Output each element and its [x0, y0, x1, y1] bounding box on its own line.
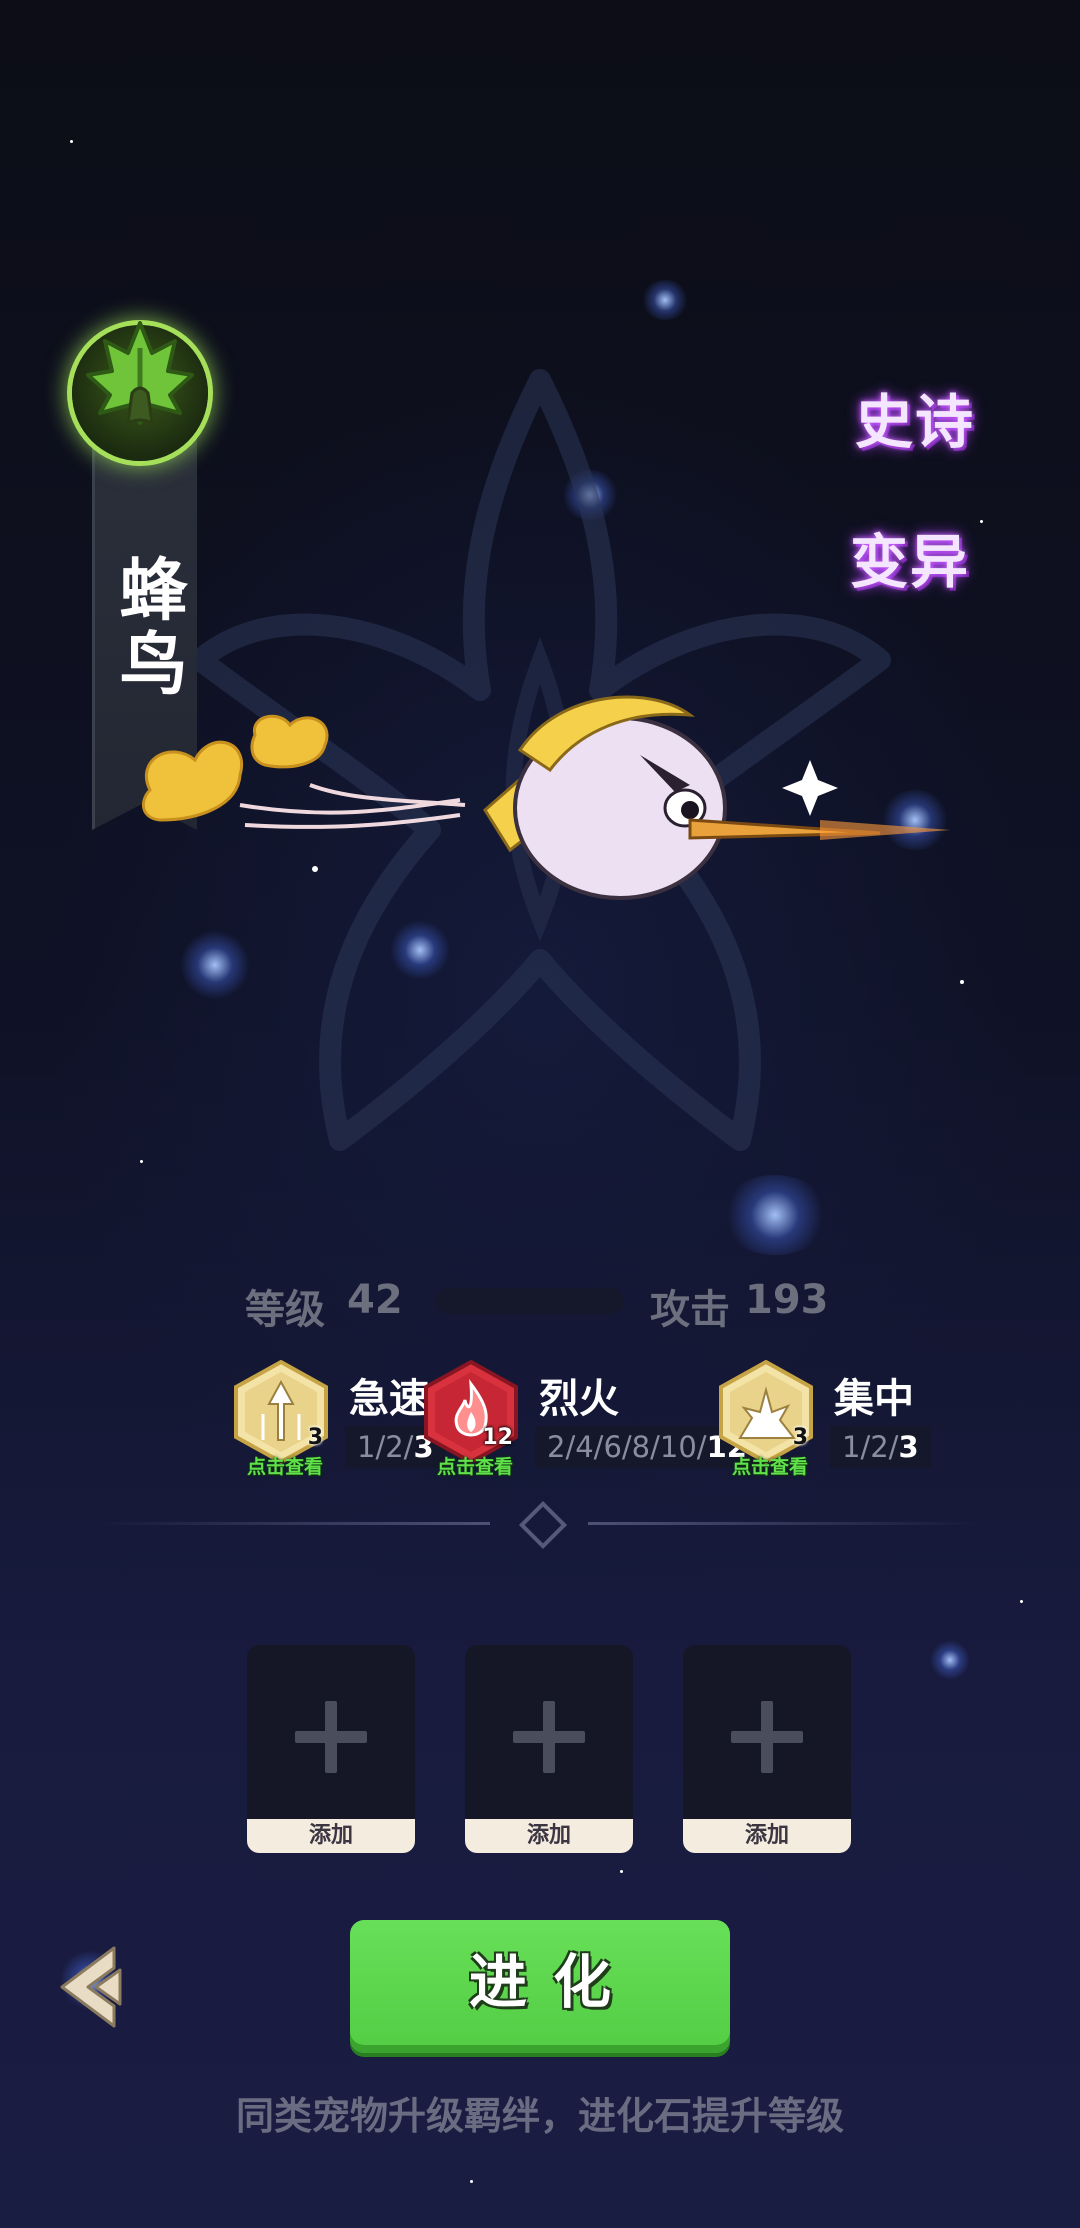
skill-level: 12 — [482, 1425, 513, 1450]
attack-value: 193 — [745, 1277, 829, 1323]
skill-name: 集中 — [834, 1376, 914, 1422]
rarity-tag: 史诗 — [855, 388, 976, 456]
back-chevron-icon — [60, 1946, 122, 2028]
slot-add-label: 添加 — [683, 1819, 851, 1853]
skill-tiers: 1/2/3 — [830, 1426, 931, 1468]
view-hint[interactable]: 点击查看 — [235, 1452, 335, 1479]
level-label: 等级 — [245, 1287, 325, 1333]
pet-detail-screen: 蜂鸟 史诗 变异 等级 42 攻击 193 3 点击查看 急速 1/2/3 12… — [0, 0, 1080, 2228]
level-value: 42 — [347, 1277, 403, 1323]
leaf-tree-icon — [86, 321, 194, 426]
material-slot[interactable]: 添加 — [247, 1645, 415, 1853]
attack-label: 攻击 — [650, 1287, 730, 1333]
skill-hex-speed[interactable]: 3 — [233, 1360, 329, 1464]
plus-icon — [731, 1701, 803, 1773]
slot-add-label: 添加 — [247, 1819, 415, 1853]
skill-level: 3 — [307, 1425, 323, 1450]
evolve-button-label: 进化 — [468, 1948, 637, 2016]
skill-level: 3 — [792, 1425, 808, 1450]
variant-tag: 变异 — [850, 528, 971, 596]
element-badge[interactable] — [72, 321, 208, 461]
skill-item-focus: 3 点击查看 集中 1/2/3 — [718, 1360, 948, 1480]
evolve-button[interactable]: 进化 — [350, 1920, 730, 2053]
hummingbird-creature — [141, 695, 950, 900]
divider-diamond — [518, 1500, 568, 1550]
divider-line-right — [588, 1522, 983, 1525]
skill-hex-fire[interactable]: 12 — [423, 1360, 519, 1464]
material-slot[interactable]: 添加 — [683, 1645, 851, 1853]
plus-icon — [513, 1701, 585, 1773]
slot-add-label: 添加 — [465, 1819, 633, 1853]
view-hint[interactable]: 点击查看 — [425, 1452, 525, 1479]
divider-line-left — [95, 1522, 490, 1525]
skill-name: 烈火 — [539, 1376, 619, 1422]
skill-name: 急速 — [349, 1376, 429, 1422]
skill-item-fire: 12 点击查看 烈火 2/4/6/8/10/12 — [423, 1360, 759, 1480]
view-hint[interactable]: 点击查看 — [720, 1452, 820, 1479]
skill-hex-focus[interactable]: 3 — [718, 1360, 814, 1464]
material-slot[interactable]: 添加 — [465, 1645, 633, 1853]
evolve-hint-text: 同类宠物升级羁绊，进化石提升等级 — [235, 2094, 844, 2138]
back-button[interactable] — [48, 1942, 128, 2032]
exp-progress-bar — [436, 1288, 624, 1314]
plus-icon — [295, 1701, 367, 1773]
